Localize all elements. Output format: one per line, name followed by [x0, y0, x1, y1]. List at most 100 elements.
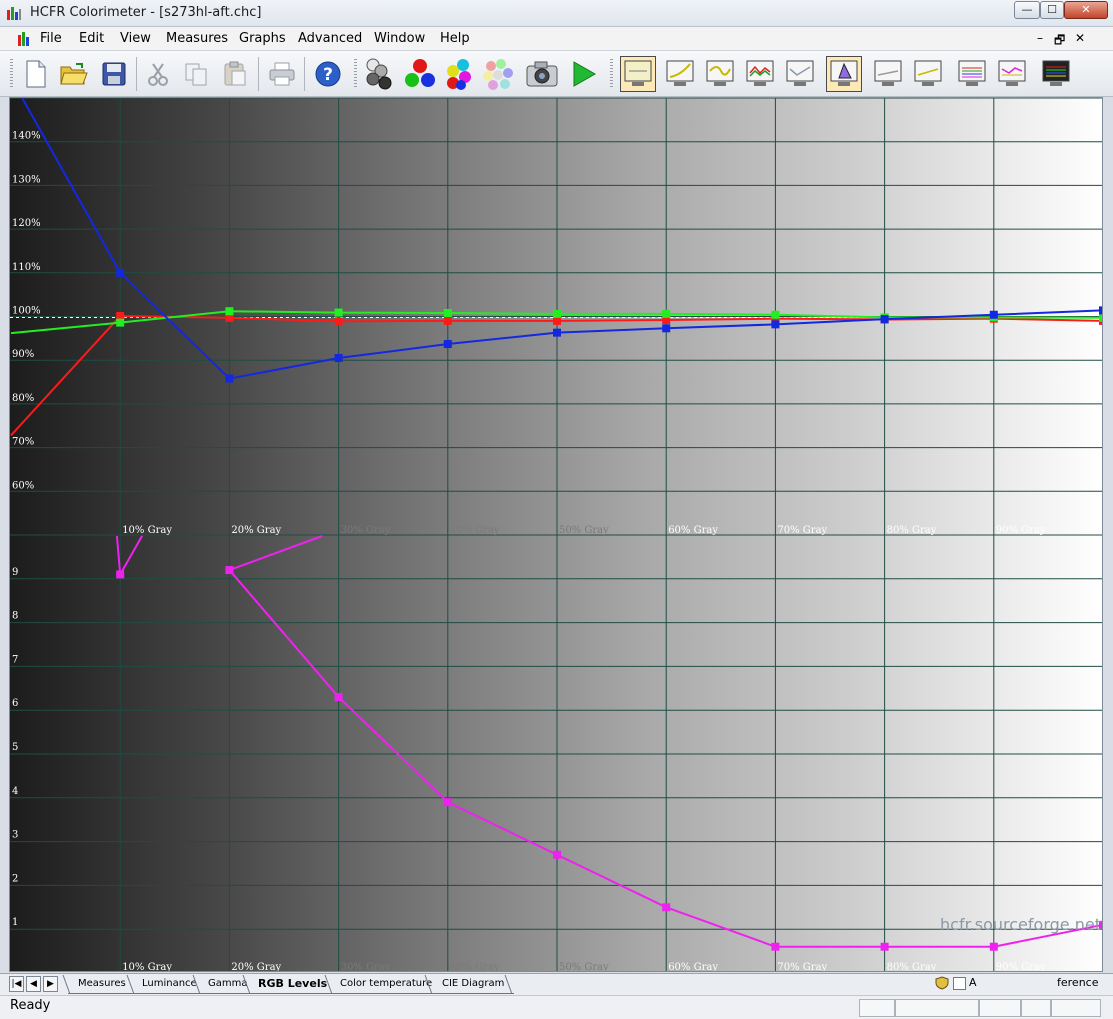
x-tick-label: 10% Gray [122, 525, 172, 536]
cut-button[interactable] [140, 56, 176, 92]
play-icon [573, 61, 597, 87]
menu-edit[interactable]: Edit [79, 31, 104, 46]
paste-button[interactable] [217, 56, 253, 92]
new-file-icon [26, 60, 46, 88]
x-tick-label: 10% Gray [122, 962, 172, 972]
rgb-levels-graph-view[interactable]: 60% 70% 80% 90% 100% 110% 120% 130% 140% 10% Gray… [9, 97, 1103, 972]
magenta-data-point [225, 566, 234, 575]
graph-monitor-2-icon [666, 60, 694, 86]
y-tick-label: 6 [12, 698, 18, 709]
x-tick-label: 50% Gray [559, 525, 609, 536]
rgb-balls-icon [405, 59, 435, 87]
measure-primaries-button[interactable] [402, 56, 438, 92]
save-disk-icon [102, 62, 126, 86]
print-icon [269, 62, 295, 86]
status-pane [1051, 999, 1101, 1017]
x-tick-label: 40% Gray [450, 525, 500, 536]
option-checkbox[interactable] [953, 977, 966, 990]
close-button[interactable]: ✕ [1064, 1, 1108, 19]
green-data-point [116, 318, 125, 327]
toolbar-separator [258, 57, 259, 91]
status-text: Ready [10, 998, 51, 1013]
green-data-point [662, 309, 671, 318]
tab-prev-button[interactable]: ◀ [26, 976, 41, 992]
secondary-balls-icon [447, 59, 471, 90]
red-data-point [553, 316, 561, 325]
blue-data-point [771, 320, 780, 329]
measure-gray-button[interactable] [362, 56, 398, 92]
x-tick-label: 30% Gray [341, 525, 391, 536]
tab-rgb-levels[interactable]: RGB Levels [248, 975, 338, 994]
graph-button-6[interactable] [826, 56, 862, 92]
svg-text:?: ? [323, 65, 333, 85]
x-tick-label: 60% Gray [668, 525, 718, 536]
green-data-point [225, 307, 234, 316]
mdi-minimize-button[interactable]: – [1037, 31, 1043, 45]
y-tick-label: 100% [12, 306, 41, 317]
blue-data-point [662, 324, 671, 333]
menu-file[interactable]: File [40, 31, 62, 46]
mdi-close-button[interactable]: ✕ [1075, 31, 1085, 45]
y-tick-label: 7 [12, 654, 18, 665]
help-button[interactable]: ? [310, 56, 346, 92]
graph-button-11[interactable] [1038, 56, 1074, 92]
help-icon: ? [315, 61, 341, 87]
save-button[interactable] [96, 56, 132, 92]
open-button[interactable] [56, 56, 92, 92]
graph-button-10[interactable] [994, 56, 1030, 92]
red-data-point [334, 317, 343, 326]
x-tick-label: 30% Gray [341, 962, 391, 972]
toolbar-grip[interactable] [610, 59, 613, 89]
menu-view[interactable]: View [120, 31, 151, 46]
mdi-restore-button[interactable]: 🗗 [1054, 31, 1065, 52]
toolbar-grip[interactable] [10, 59, 13, 89]
play-button[interactable] [566, 56, 602, 92]
graph-monitor-3-icon [706, 60, 734, 86]
blue-data-point [553, 328, 561, 337]
menu-measures[interactable]: Measures [166, 31, 228, 46]
graph-button-3[interactable] [702, 56, 738, 92]
tab-cie-diagram[interactable]: CIE Diagram [432, 975, 515, 994]
new-file-button[interactable] [18, 56, 54, 92]
camera-button[interactable] [524, 56, 560, 92]
option-label: A [969, 976, 977, 989]
menu-graphs[interactable]: Graphs [239, 31, 286, 46]
maximize-button[interactable]: ☐ [1040, 1, 1064, 19]
y-tick-label: 70% [12, 437, 34, 448]
measure-saturation-button[interactable] [480, 56, 516, 92]
toolbar-separator [304, 57, 305, 91]
y-tick-label: 5 [12, 742, 18, 753]
graph-button-5[interactable] [782, 56, 818, 92]
open-folder-icon [60, 63, 88, 85]
graph-monitor-6-icon [830, 60, 858, 86]
menu-help[interactable]: Help [440, 31, 470, 46]
graph-button-4[interactable] [742, 56, 778, 92]
blue-data-point [334, 354, 343, 363]
x-tick-label: 90% Gray [996, 525, 1046, 536]
status-bar: Ready [0, 995, 1113, 1019]
graph-button-2[interactable] [662, 56, 698, 92]
toolbar-grip[interactable] [354, 59, 357, 89]
menu-window[interactable]: Window [374, 31, 425, 46]
graph-button-8[interactable] [910, 56, 946, 92]
graph-button-7[interactable] [870, 56, 906, 92]
status-pane [895, 999, 979, 1017]
graph-button-1[interactable] [620, 56, 656, 92]
green-data-point [334, 308, 343, 317]
x-tick-label: 50% Gray [559, 962, 609, 972]
copy-button[interactable] [178, 56, 214, 92]
graph-monitor-10-icon [998, 60, 1026, 86]
minimize-button[interactable]: — [1014, 1, 1040, 19]
y-tick-label: 1 [12, 917, 18, 928]
magenta-data-point [334, 693, 343, 702]
magenta-data-point [880, 942, 889, 951]
graph-button-9[interactable] [954, 56, 990, 92]
print-button[interactable] [264, 56, 300, 92]
x-tick-label: 80% Gray [887, 525, 937, 536]
menu-advanced[interactable]: Advanced [298, 31, 362, 46]
measure-secondaries-button[interactable] [440, 56, 476, 92]
tab-first-button[interactable]: |◀ [9, 976, 24, 992]
toolbar-separator [136, 57, 137, 91]
tab-next-button[interactable]: ▶ [43, 976, 58, 992]
tab-measures[interactable]: Measures [68, 975, 136, 994]
